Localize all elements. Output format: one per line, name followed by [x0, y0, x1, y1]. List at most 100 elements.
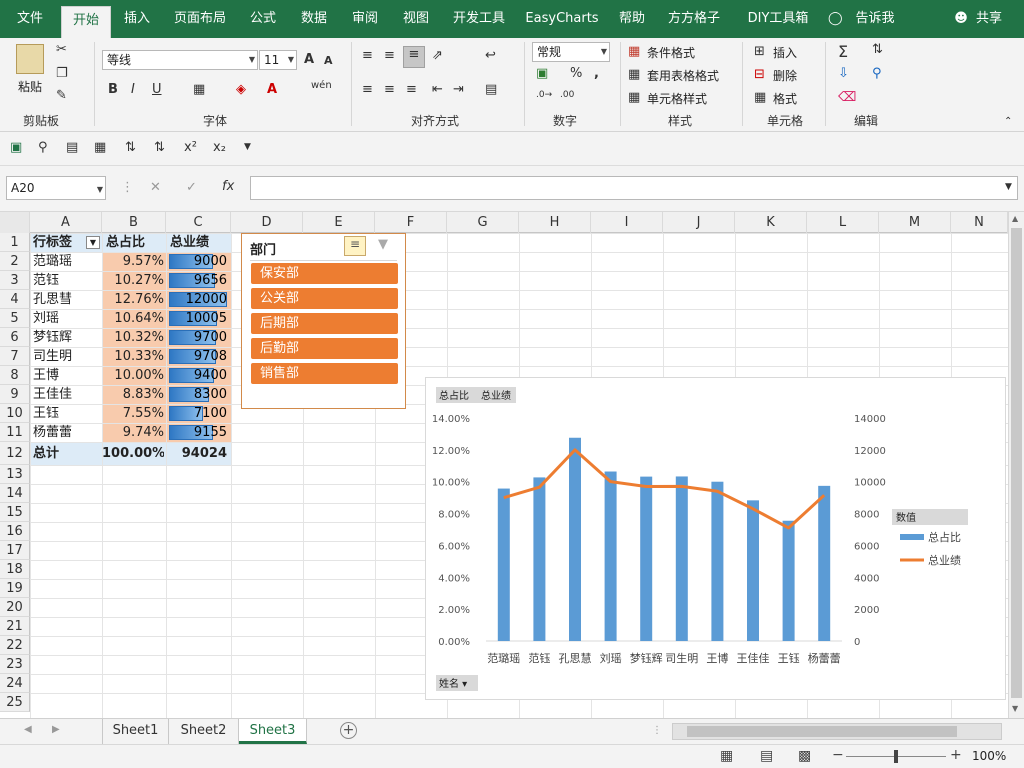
border-icon[interactable]: ▦: [193, 82, 205, 97]
sort-filter-icon[interactable]: ⇅: [872, 42, 883, 57]
pivot-grand-total[interactable]: 94024: [166, 444, 227, 463]
decrease-decimal-icon[interactable]: .00: [560, 90, 574, 100]
format-cells-button[interactable]: 格式: [773, 90, 797, 107]
save-icon[interactable]: ▣: [10, 140, 22, 155]
column-header[interactable]: M: [879, 212, 951, 233]
pivot-header-total[interactable]: 总业绩: [170, 233, 209, 252]
normal-view-icon[interactable]: ▦: [720, 748, 733, 764]
slicer-item[interactable]: 后勤部: [251, 338, 398, 359]
pivot-row-label[interactable]: 孔思彗: [33, 290, 72, 309]
paste-icon[interactable]: [16, 44, 44, 74]
row-header[interactable]: 15: [0, 503, 30, 522]
row-header[interactable]: 17: [0, 541, 30, 560]
fill-icon[interactable]: ⇩: [838, 66, 849, 81]
pivot-total-value[interactable]: 8300: [166, 385, 227, 404]
tab-fangfang[interactable]: 方方格子: [662, 0, 726, 38]
column-header[interactable]: I: [591, 212, 663, 233]
slicer-item[interactable]: 公关部: [251, 288, 398, 309]
pivot-percent-value[interactable]: 8.83%: [102, 385, 164, 404]
font-size-box[interactable]: 11 ▼: [259, 50, 297, 70]
pivot-total-value[interactable]: 9155: [166, 423, 227, 442]
cell-styles-button[interactable]: 单元格样式: [647, 90, 707, 107]
italic-button[interactable]: I: [131, 82, 135, 97]
pivot-total-label[interactable]: 总计: [33, 444, 59, 463]
row-header[interactable]: 24: [0, 674, 30, 693]
sort-descending-icon[interactable]: ⇅: [154, 140, 165, 155]
slicer-department[interactable]: 部门 ≡ ▼ 保安部 公关部 后期部 后勤部 销售部: [241, 233, 406, 409]
next-sheet-icon[interactable]: ▶: [52, 724, 60, 735]
fill-color-icon[interactable]: ◈: [236, 82, 246, 97]
orientation-icon[interactable]: ⇗: [432, 48, 443, 63]
row-header[interactable]: 25: [0, 693, 30, 712]
multi-select-icon[interactable]: ≡: [344, 236, 366, 256]
pivot-row-label[interactable]: 王博: [33, 366, 59, 385]
pivot-percent-value[interactable]: 10.27%: [102, 271, 164, 290]
expand-formula-icon[interactable]: ▼: [1005, 182, 1012, 192]
currency-icon[interactable]: ▣: [536, 66, 548, 81]
formula-input[interactable]: [250, 176, 1018, 200]
copy-icon[interactable]: ❐: [56, 66, 68, 81]
column-header[interactable]: B: [102, 212, 166, 233]
pivot-row-label[interactable]: 杨蕾蕾: [33, 423, 72, 442]
tab-developer[interactable]: 开发工具: [447, 0, 511, 38]
tab-review[interactable]: 审阅: [345, 0, 385, 38]
row-header[interactable]: 16: [0, 522, 30, 541]
row-header[interactable]: 4: [0, 290, 30, 309]
zoom-slider-thumb[interactable]: [894, 750, 898, 763]
pivot-total-value[interactable]: 9400: [166, 366, 227, 385]
tell-me-search[interactable]: 告诉我: [852, 0, 898, 38]
pivot-total-value[interactable]: 9708: [166, 347, 227, 366]
delete-cells-button[interactable]: 删除: [773, 67, 797, 84]
paste-button[interactable]: 粘贴: [18, 78, 42, 95]
align-right-icon[interactable]: ≡: [406, 82, 417, 97]
row-header[interactable]: 19: [0, 579, 30, 598]
row-header[interactable]: 3: [0, 271, 30, 290]
pivot-percent-value[interactable]: 10.00%: [102, 366, 164, 385]
pivot-row-label[interactable]: 范钰: [33, 271, 59, 290]
tab-file[interactable]: 文件: [8, 0, 52, 38]
number-format-box[interactable]: 常规 ▼: [532, 42, 610, 62]
align-bottom-icon[interactable]: ≡: [403, 46, 425, 68]
scroll-down-icon[interactable]: ▼: [1012, 704, 1018, 713]
customize-qat-icon[interactable]: ▼: [244, 142, 251, 152]
align-left-icon[interactable]: ≡: [362, 82, 373, 97]
increase-decimal-icon[interactable]: .0→: [536, 90, 552, 100]
row-header[interactable]: 14: [0, 484, 30, 503]
wrap-text-icon[interactable]: ↩: [485, 48, 496, 63]
form-icon[interactable]: ▦: [94, 140, 106, 155]
bold-button[interactable]: B: [108, 82, 118, 97]
row-header[interactable]: 10: [0, 404, 30, 423]
name-box[interactable]: A20 ▼: [6, 176, 106, 200]
tab-formulas[interactable]: 公式: [243, 0, 283, 38]
pivot-total-value[interactable]: 12000: [166, 290, 227, 309]
pivot-row-label[interactable]: 梦钰辉: [33, 328, 72, 347]
increase-indent-icon[interactable]: ⇥: [453, 82, 464, 97]
paste-special-icon[interactable]: ▤: [66, 140, 78, 155]
pivot-total-value[interactable]: 10005: [166, 309, 227, 328]
pivot-percent-value[interactable]: 9.74%: [102, 423, 164, 442]
row-header[interactable]: 9: [0, 385, 30, 404]
scrollbar-thumb[interactable]: [1011, 228, 1022, 698]
pivot-row-label[interactable]: 王钰: [33, 404, 59, 423]
select-all-corner[interactable]: [0, 212, 30, 233]
column-header[interactable]: D: [231, 212, 303, 233]
slicer-item[interactable]: 后期部: [251, 313, 398, 334]
row-header[interactable]: 6: [0, 328, 30, 347]
row-header[interactable]: 11: [0, 423, 30, 442]
insert-function-icon[interactable]: fx: [222, 179, 234, 194]
tab-diy-toolbox[interactable]: DIY工具箱: [737, 0, 819, 38]
sheet-tab-active[interactable]: Sheet3: [239, 719, 307, 744]
pivot-total-value[interactable]: 7100: [166, 404, 227, 423]
sheet-tab[interactable]: Sheet2: [169, 719, 239, 744]
row-header[interactable]: 13: [0, 465, 30, 484]
tab-data[interactable]: 数据: [294, 0, 334, 38]
pivot-percent-value[interactable]: 9.57%: [102, 252, 164, 271]
column-header[interactable]: K: [735, 212, 807, 233]
row-header[interactable]: 12: [0, 442, 30, 465]
pivot-percent-value[interactable]: 10.33%: [102, 347, 164, 366]
align-center-icon[interactable]: ≡: [384, 82, 395, 97]
clear-filter-icon[interactable]: ▼: [378, 237, 388, 252]
merge-icon[interactable]: ▤: [485, 82, 497, 97]
underline-button[interactable]: U: [152, 82, 162, 97]
horizontal-scrollbar[interactable]: [672, 723, 1002, 740]
